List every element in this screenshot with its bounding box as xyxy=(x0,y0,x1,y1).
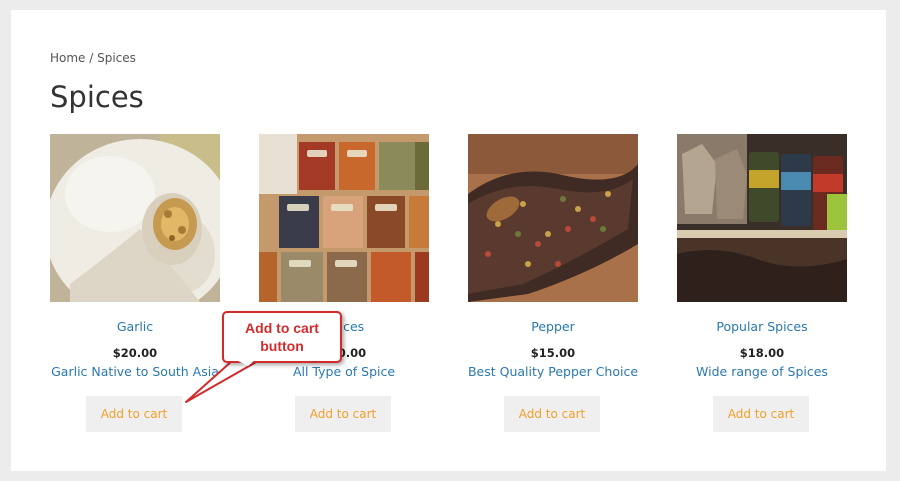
callout-pointer-arrow xyxy=(185,360,259,403)
callout-line-1: Add to cart xyxy=(245,320,319,336)
callout-line-2: button xyxy=(260,338,304,354)
annotation-callout: Add to cart button xyxy=(222,311,342,363)
